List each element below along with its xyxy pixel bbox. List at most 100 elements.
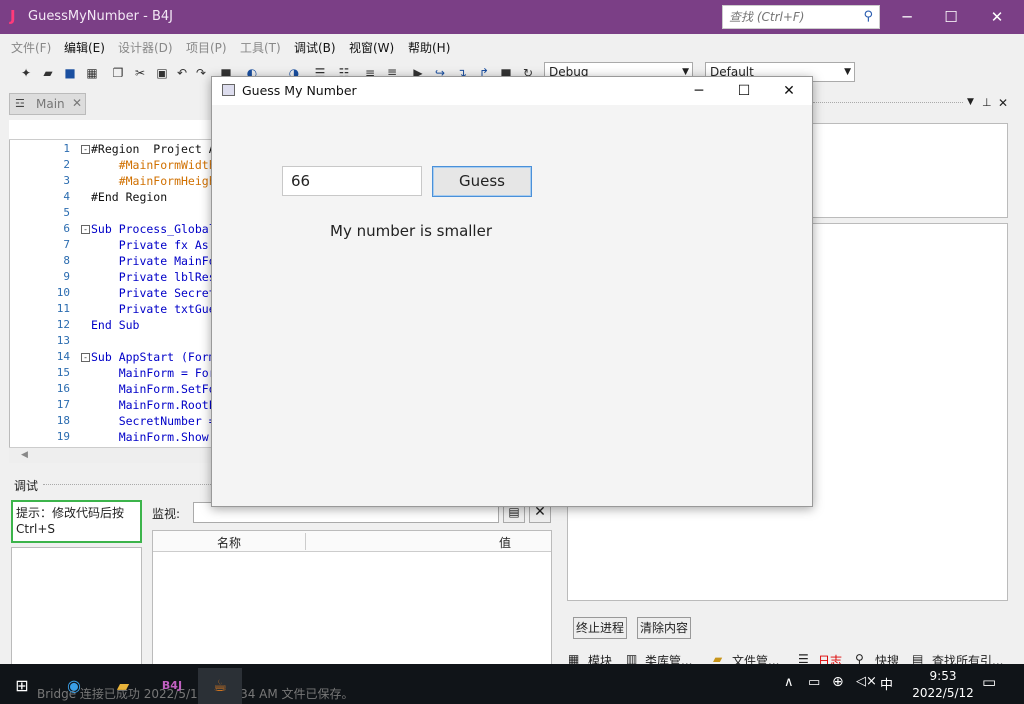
code-line[interactable]: 1 - #Region Project A	[9, 142, 214, 158]
undo-icon[interactable]: ↶	[174, 65, 190, 81]
menu-tools[interactable]: 工具(T)	[240, 39, 281, 56]
code-module-icon: ☲	[15, 97, 25, 110]
notifications-icon[interactable]: ▭	[982, 673, 996, 691]
code-line[interactable]: 10 Private Secret	[9, 286, 214, 302]
clock[interactable]: 9:53 2022/5/12	[906, 668, 980, 702]
close-tab-icon[interactable]: ✕	[72, 96, 82, 110]
code-text: Private txtGue	[91, 302, 214, 316]
open-icon[interactable]: ▰	[40, 65, 56, 81]
code-line[interactable]: 18 SecretNumber =	[9, 414, 214, 430]
new-icon[interactable]: ✦	[18, 65, 34, 81]
line-number: 14	[56, 350, 70, 363]
fold-toggle-icon[interactable]: -	[81, 225, 90, 234]
b4j-taskbar-icon[interactable]: B4J	[150, 668, 194, 704]
stop-process-button[interactable]: 终止进程	[573, 617, 627, 639]
chevron-down-icon: ▼	[844, 67, 851, 77]
code-line[interactable]: 12 End Sub	[9, 318, 214, 334]
redo-icon[interactable]: ↷	[193, 65, 209, 81]
battery-icon[interactable]: ▭	[808, 675, 820, 690]
code-line[interactable]: 11 Private txtGue	[9, 302, 214, 318]
fold-toggle-icon[interactable]: -	[81, 353, 90, 362]
dialog-close-button[interactable]: ✕	[766, 77, 812, 105]
code-line[interactable]: 8 Private MainFo	[9, 254, 214, 270]
guess-input[interactable]	[282, 166, 422, 196]
tab-main[interactable]: ☲ Main ✕	[9, 93, 86, 115]
menu-designer[interactable]: 设计器(D)	[118, 39, 173, 56]
code-line[interactable]: 7 Private fx As	[9, 238, 214, 254]
result-label: My number is smaller	[330, 222, 492, 240]
panel-grip	[813, 102, 963, 103]
code-line[interactable]: 3 #MainFormHeigh	[9, 174, 214, 190]
debug-list[interactable]	[11, 547, 142, 665]
copy-icon[interactable]: ❐	[110, 65, 126, 81]
editor-header	[9, 120, 214, 140]
menu-edit[interactable]: 编辑(E)	[64, 39, 105, 56]
guess-button[interactable]: Guess	[432, 166, 532, 197]
edge-icon[interactable]: ◉	[52, 668, 96, 704]
code-line[interactable]: 17 MainForm.RootP	[9, 398, 214, 414]
clear-content-button[interactable]: 清除内容	[637, 617, 691, 639]
search-box[interactable]: ⚲	[722, 5, 880, 29]
code-line[interactable]: 5	[9, 206, 214, 222]
clock-date: 2022/5/12	[912, 686, 974, 700]
save-icon[interactable]: ■	[62, 65, 78, 81]
paste-icon[interactable]: ▣	[154, 65, 170, 81]
close-button[interactable]: ✕	[974, 0, 1020, 34]
dialog-title: Guess My Number	[242, 83, 357, 98]
code-text: SecretNumber =	[91, 414, 214, 428]
volume-muted-icon[interactable]: ◁×	[856, 674, 877, 689]
menu-project[interactable]: 项目(P)	[186, 39, 227, 56]
maximize-button[interactable]: ☐	[928, 0, 974, 34]
code-line[interactable]: 9 Private lblRes	[9, 270, 214, 286]
save-all-icon[interactable]: ▦	[84, 65, 100, 81]
fold-toggle-icon[interactable]: -	[81, 145, 90, 154]
line-number: 19	[56, 430, 70, 443]
code-lines[interactable]: 1- #Region Project A2 #MainFormWidth 3 #Ma…	[9, 141, 214, 447]
panel-close-icon[interactable]: ✕	[998, 96, 1008, 110]
col-value: 值	[499, 536, 512, 550]
watch-table[interactable]: 名称 值	[152, 530, 552, 665]
debug-hint: 提示：修改代码后按Ctrl+S	[11, 500, 142, 543]
code-line[interactable]: 14 - Sub AppStart (Form	[9, 350, 214, 366]
line-number: 6	[63, 222, 70, 235]
dialog-maximize-button[interactable]: ☐	[721, 77, 767, 105]
dialog-minimize-button[interactable]: ─	[676, 77, 722, 105]
windows-start-icon[interactable]: ⊞	[0, 668, 44, 704]
panel-menu-icon[interactable]: ▼	[967, 97, 974, 107]
code-line[interactable]: 4 #End Region	[9, 190, 214, 206]
line-number: 5	[63, 206, 70, 219]
minimize-button[interactable]: ─	[884, 0, 930, 34]
line-number: 8	[63, 254, 70, 267]
file-explorer-icon[interactable]: ▰	[101, 668, 145, 704]
tab-main-label: Main	[36, 97, 65, 111]
code-line[interactable]: 13	[9, 334, 214, 350]
network-icon[interactable]: ⊕	[832, 674, 844, 690]
code-line[interactable]: 15 MainForm = For	[9, 366, 214, 382]
search-icon[interactable]: ⚲	[863, 9, 873, 24]
menu-file[interactable]: 文件(F)	[11, 39, 51, 56]
search-input[interactable]	[723, 6, 853, 28]
java-window-icon	[222, 84, 235, 96]
code-line[interactable]: 6 - Sub Process_Global	[9, 222, 214, 238]
ime-indicator[interactable]: 中	[880, 674, 893, 693]
code-line[interactable]: 2 #MainFormWidth	[9, 158, 214, 174]
watch-label: 监视:	[152, 507, 181, 521]
line-number: 10	[56, 286, 70, 299]
menu-debug[interactable]: 调试(B)	[294, 39, 336, 56]
code-line[interactable]: 16 MainForm.SetFo	[9, 382, 214, 398]
tray-chevron-icon[interactable]: ∧	[784, 675, 794, 690]
code-text: Private fx As	[91, 238, 209, 252]
menu-window[interactable]: 视窗(W)	[349, 39, 394, 56]
editor-horizontal-scrollbar[interactable]: ◀	[9, 447, 214, 463]
menu-help[interactable]: 帮助(H)	[408, 39, 450, 56]
line-number: 17	[56, 398, 70, 411]
cut-icon[interactable]: ✂	[132, 65, 148, 81]
pin-icon[interactable]: ⊥	[982, 96, 992, 109]
scroll-left-icon[interactable]: ◀	[21, 450, 28, 460]
line-number: 11	[56, 302, 70, 315]
line-number: 9	[63, 270, 70, 283]
java-taskbar-icon[interactable]: ☕	[198, 668, 242, 704]
code-text: Sub AppStart (Form	[91, 350, 214, 364]
code-line[interactable]: 19 MainForm.Show	[9, 430, 214, 446]
line-number: 15	[56, 366, 70, 379]
